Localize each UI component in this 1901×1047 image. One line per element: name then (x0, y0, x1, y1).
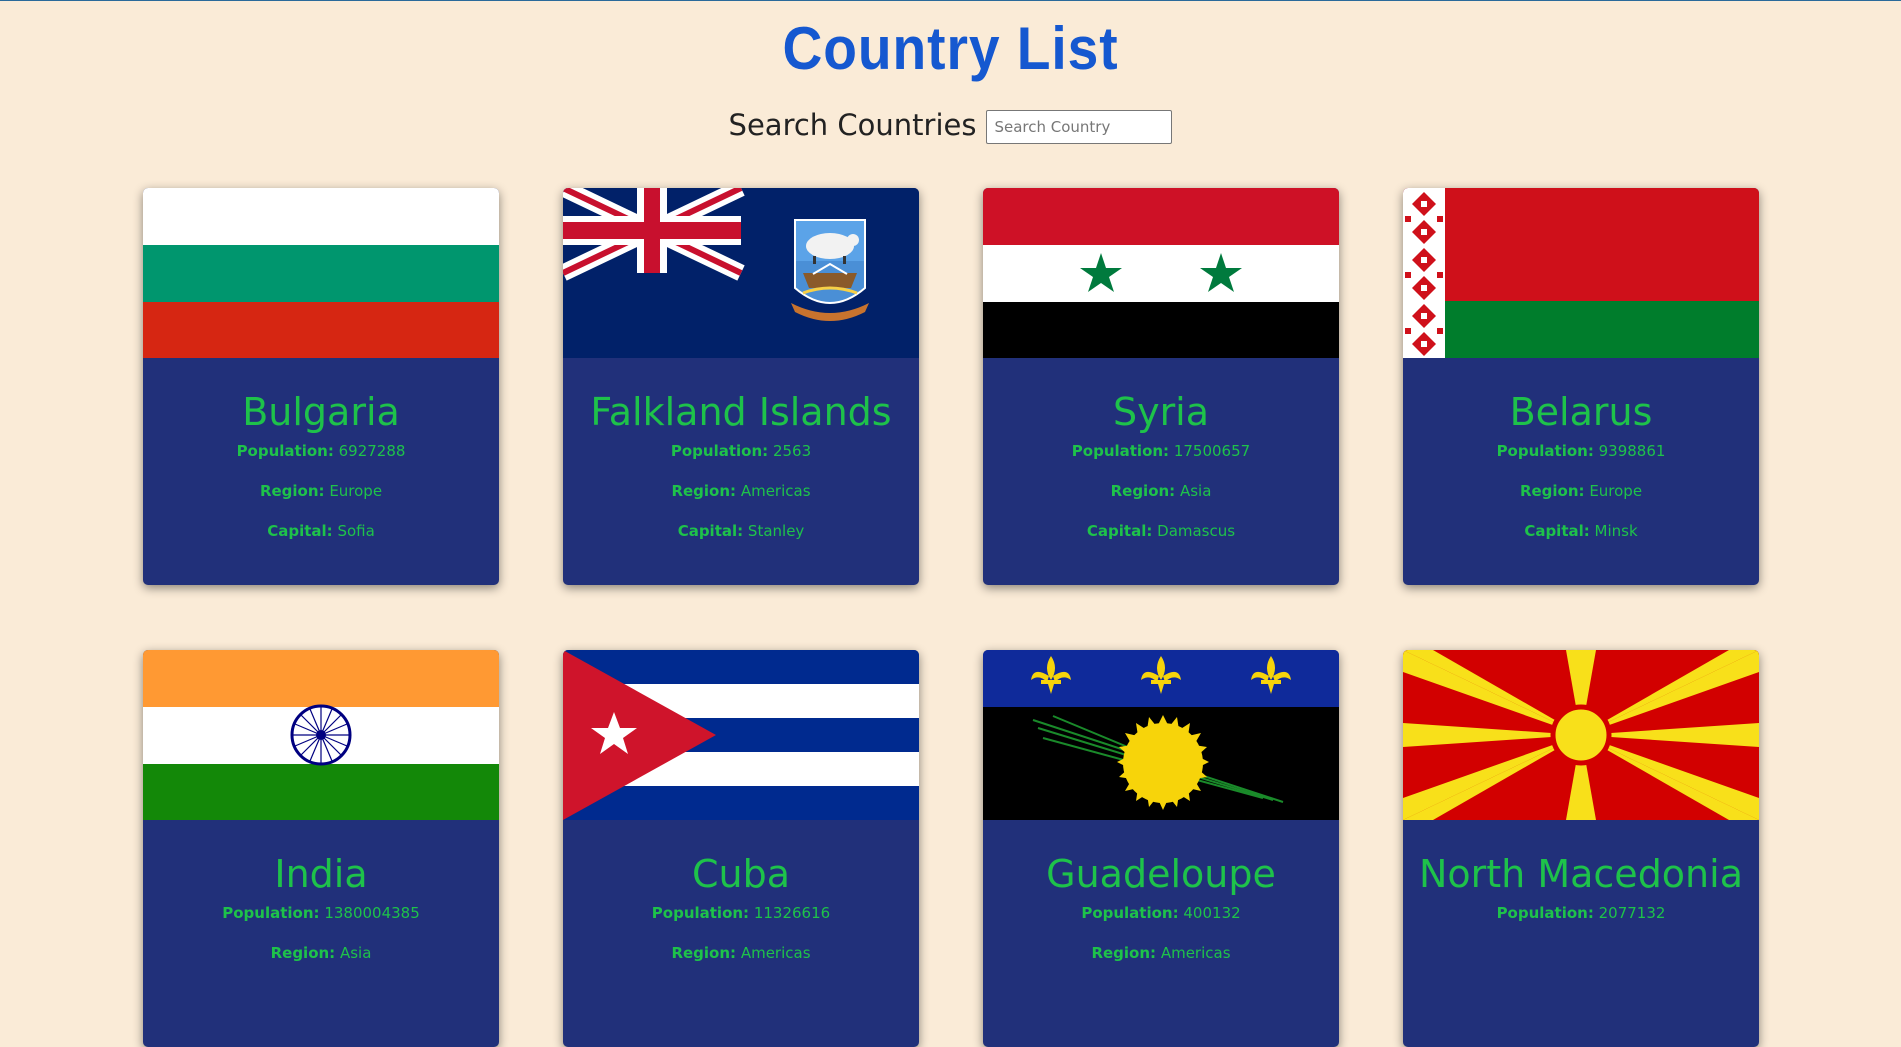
search-label: Search Countries (728, 108, 977, 142)
population-stat: Population: 6927288 (236, 442, 406, 460)
population-stat: Population: 9398861 (1496, 442, 1666, 460)
population-stat: Population: 17500657 (1071, 442, 1251, 460)
country-name: North Macedonia (1418, 852, 1743, 896)
bulgaria-flag (143, 188, 499, 358)
capital-stat: Capital: Damascus (1086, 522, 1236, 540)
country-card[interactable]: Cuba Population: 11326616 Region: Americ… (563, 650, 919, 1047)
north-macedonia-flag (1403, 650, 1759, 820)
population-stat: Population: 11326616 (651, 904, 831, 922)
capital-stat: Capital: Minsk (1524, 522, 1638, 540)
capital-stat: Capital: Sofia (267, 522, 375, 540)
country-name: Syria (1112, 390, 1210, 434)
country-name: Falkland Islands (590, 390, 892, 434)
country-card[interactable]: Syria Population: 17500657 Region: Asia … (983, 188, 1339, 585)
country-card[interactable]: India Population: 1380004385 Region: Asi… (143, 650, 499, 1047)
syria-flag (983, 188, 1339, 358)
region-stat: Region: Europe (1519, 482, 1643, 500)
guadeloupe-flag (983, 650, 1339, 820)
india-flag (143, 650, 499, 820)
country-name: India (274, 852, 368, 896)
capital-stat: Capital: Stanley (677, 522, 805, 540)
country-name: Cuba (691, 852, 791, 896)
country-card[interactable]: Belarus Population: 9398861 Region: Euro… (1403, 188, 1759, 585)
region-stat: Region: Americas (671, 944, 811, 962)
region-stat: Region: Asia (270, 944, 372, 962)
country-card[interactable]: Guadeloupe Population: 400132 Region: Am… (983, 650, 1339, 1047)
country-card[interactable]: Bulgaria Population: 6927288 Region: Eur… (143, 188, 499, 585)
belarus-flag (1403, 188, 1759, 358)
page-title: Country List (782, 15, 1119, 82)
population-stat: Population: 1380004385 (222, 904, 420, 922)
region-stat: Region: Americas (1091, 944, 1231, 962)
country-name: Belarus (1509, 390, 1653, 434)
country-card[interactable]: Falkland Islands Population: 2563 Region… (563, 188, 919, 585)
country-name: Bulgaria (242, 390, 400, 434)
country-name: Guadeloupe (1046, 852, 1276, 896)
cuba-flag (563, 650, 919, 820)
population-stat: Population: 2077132 (1496, 904, 1666, 922)
top-border (0, 0, 1901, 1)
region-stat: Region: Americas (671, 482, 811, 500)
population-stat: Population: 2563 (670, 442, 812, 460)
population-stat: Population: 400132 (1081, 904, 1241, 922)
search-bar: Search Countries (0, 106, 1901, 144)
search-input[interactable] (986, 110, 1173, 144)
falkland-islands-flag (563, 188, 919, 358)
region-stat: Region: Europe (259, 482, 383, 500)
region-stat: Region: Asia (1110, 482, 1212, 500)
country-card[interactable]: North Macedonia Population: 2077132 (1403, 650, 1759, 1047)
